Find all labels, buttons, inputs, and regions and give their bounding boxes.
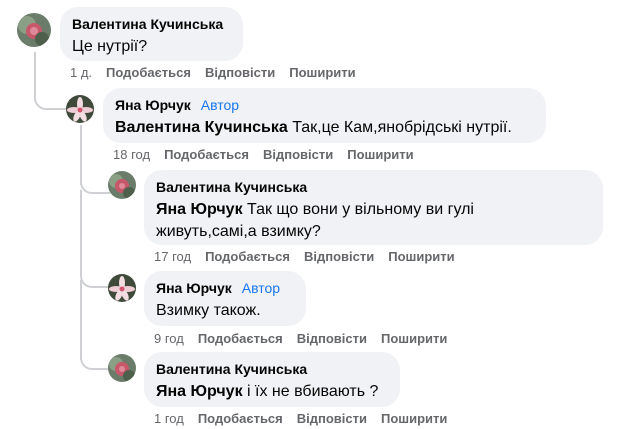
comment-timestamp[interactable]: 1 д.: [70, 65, 92, 80]
reply-button[interactable]: Відповісти: [205, 65, 275, 80]
mention-link[interactable]: Яна Юрчук: [156, 383, 243, 400]
comment-timestamp[interactable]: 17 год: [154, 249, 191, 264]
comment-author[interactable]: Валентина Кучинська: [156, 361, 307, 377]
reply-button[interactable]: Відповісти: [263, 147, 333, 162]
comment-body-line1: Так що вони у вільному ви гулі: [247, 201, 474, 218]
avatar[interactable]: [66, 95, 94, 123]
comment-actions: 18 год Подобається Відповісти Поширити: [113, 147, 428, 163]
comment-body: Так,це Кам,янобрідські нутрії.: [292, 119, 512, 136]
comment-timestamp[interactable]: 18 год: [113, 147, 150, 162]
comment-text: Яна Юрчук Так що вони у вільному ви гулі…: [156, 199, 591, 243]
comment-text: Яна Юрчук і їх не вбивають ?: [156, 381, 388, 403]
comment-bubble: Валентина Кучинська Яна Юрчук Так що вон…: [144, 170, 603, 245]
avatar[interactable]: [17, 13, 51, 47]
comment-bubble: Валентина Кучинська Яна Юрчук і їх не вб…: [144, 352, 400, 407]
like-button[interactable]: Подобається: [198, 331, 283, 346]
reply-button[interactable]: Відповісти: [304, 249, 374, 264]
comment-author[interactable]: Валентина Кучинська: [72, 16, 223, 32]
comment-author[interactable]: Яна Юрчук: [115, 97, 191, 113]
comment-author[interactable]: Яна Юрчук: [156, 280, 232, 296]
share-button[interactable]: Поширити: [289, 65, 355, 80]
like-button[interactable]: Подобається: [205, 249, 290, 264]
mention-link[interactable]: Валентина Кучинська: [115, 119, 288, 136]
mention-link[interactable]: Яна Юрчук: [156, 201, 243, 218]
lily-avatar-icon: [66, 95, 94, 123]
author-badge: Автор: [200, 97, 240, 113]
lily-avatar-icon: [108, 274, 136, 302]
avatar[interactable]: [108, 274, 136, 302]
comment-actions: 1 год Подобається Відповісти Поширити: [154, 411, 461, 427]
comment-bubble: Яна Юрчук Автор Взимку також.: [144, 271, 306, 326]
comment-text: Валентина Кучинська Так,це Кам,янобрідсь…: [115, 117, 534, 139]
reply-button[interactable]: Відповісти: [297, 411, 367, 426]
comment-author[interactable]: Валентина Кучинська: [156, 179, 307, 195]
share-button[interactable]: Поширити: [381, 331, 447, 346]
comment-timestamp[interactable]: 1 год: [154, 411, 184, 426]
comment-bubble: Яна Юрчук Автор Валентина Кучинська Так,ц…: [103, 88, 546, 143]
rose-avatar-icon: [108, 171, 136, 199]
comment-actions: 17 год Подобається Відповісти Поширити: [154, 249, 469, 265]
reply-button[interactable]: Відповісти: [297, 331, 367, 346]
comment-timestamp[interactable]: 9 год: [154, 331, 184, 346]
like-button[interactable]: Подобається: [106, 65, 191, 80]
comment-actions: 1 д. Подобається Відповісти Поширити: [70, 65, 370, 81]
comment-body: і їх не вбивають ?: [247, 383, 379, 400]
share-button[interactable]: Поширити: [381, 411, 447, 426]
comment-text: Це нутрії?: [72, 38, 148, 55]
share-button[interactable]: Поширити: [347, 147, 413, 162]
thread-connector: [80, 190, 110, 288]
thread-line-level2: [80, 125, 82, 185]
comment-text: Взимку також.: [156, 302, 261, 319]
author-badge: Автор: [241, 280, 281, 296]
like-button[interactable]: Подобається: [198, 411, 283, 426]
avatar[interactable]: [108, 171, 136, 199]
thread-connector: [80, 280, 110, 370]
like-button[interactable]: Подобається: [164, 147, 249, 162]
comment-actions: 9 год Подобається Відповісти Поширити: [154, 331, 461, 347]
avatar[interactable]: [108, 354, 136, 382]
comment-bubble: Валентина Кучинська Це нутрії?: [60, 7, 243, 61]
share-button[interactable]: Поширити: [388, 249, 454, 264]
rose-avatar-icon: [17, 13, 51, 47]
thread-connector: [34, 62, 66, 110]
rose-avatar-icon: [108, 354, 136, 382]
comment-body-line2: живуть,самі,а взимку?: [156, 223, 321, 240]
